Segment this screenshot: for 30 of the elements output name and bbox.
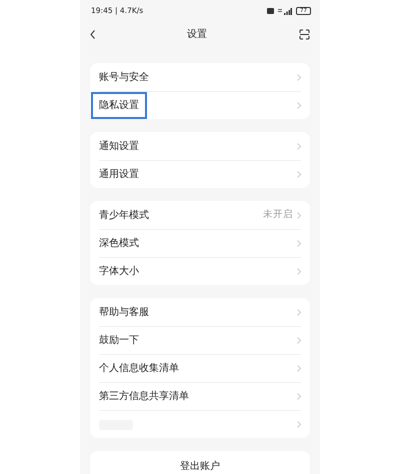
settings-item[interactable]: 帮助与客服 — [99, 304, 149, 320]
chevron-icon — [297, 308, 301, 316]
chevron-icon — [297, 212, 301, 218]
chevron-icon — [297, 171, 301, 178]
settings-item[interactable]: 鼓励一下 — [99, 333, 139, 348]
settings-item[interactable]: 账号与安全 — [99, 70, 149, 84]
chevron-icon — [297, 142, 301, 150]
logout-button[interactable]: 登出账户 — [90, 451, 310, 474]
settings-item[interactable]: 青少年模式 — [99, 208, 149, 222]
item-value: 未开启 — [263, 208, 293, 222]
chevron-icon — [297, 268, 301, 275]
settings-item[interactable]: 深色模式 — [99, 236, 139, 251]
chevron-icon — [297, 240, 301, 247]
scan-icon[interactable] — [299, 28, 310, 40]
page-title: 设置 — [187, 28, 207, 42]
chevron-icon — [297, 393, 301, 400]
settings-item[interactable]: 通知设置 — [99, 138, 139, 154]
chevron-icon — [297, 102, 301, 109]
chevron-icon — [297, 421, 301, 428]
signal-icon — [278, 8, 292, 14]
notification-icon — [267, 8, 274, 14]
settings-item[interactable]: 个人信息收集清单 — [99, 361, 179, 376]
settings-item[interactable]: 第三方信息共享清单 — [99, 389, 189, 404]
back-icon[interactable] — [90, 30, 95, 38]
settings-item[interactable]: 字体大小 — [99, 264, 139, 279]
chevron-icon — [297, 74, 301, 80]
settings-item[interactable]: 隐私设置 — [93, 94, 145, 117]
chevron-icon — [297, 337, 301, 344]
settings-item[interactable]: 通用设置 — [99, 167, 139, 182]
chevron-icon — [297, 365, 301, 372]
